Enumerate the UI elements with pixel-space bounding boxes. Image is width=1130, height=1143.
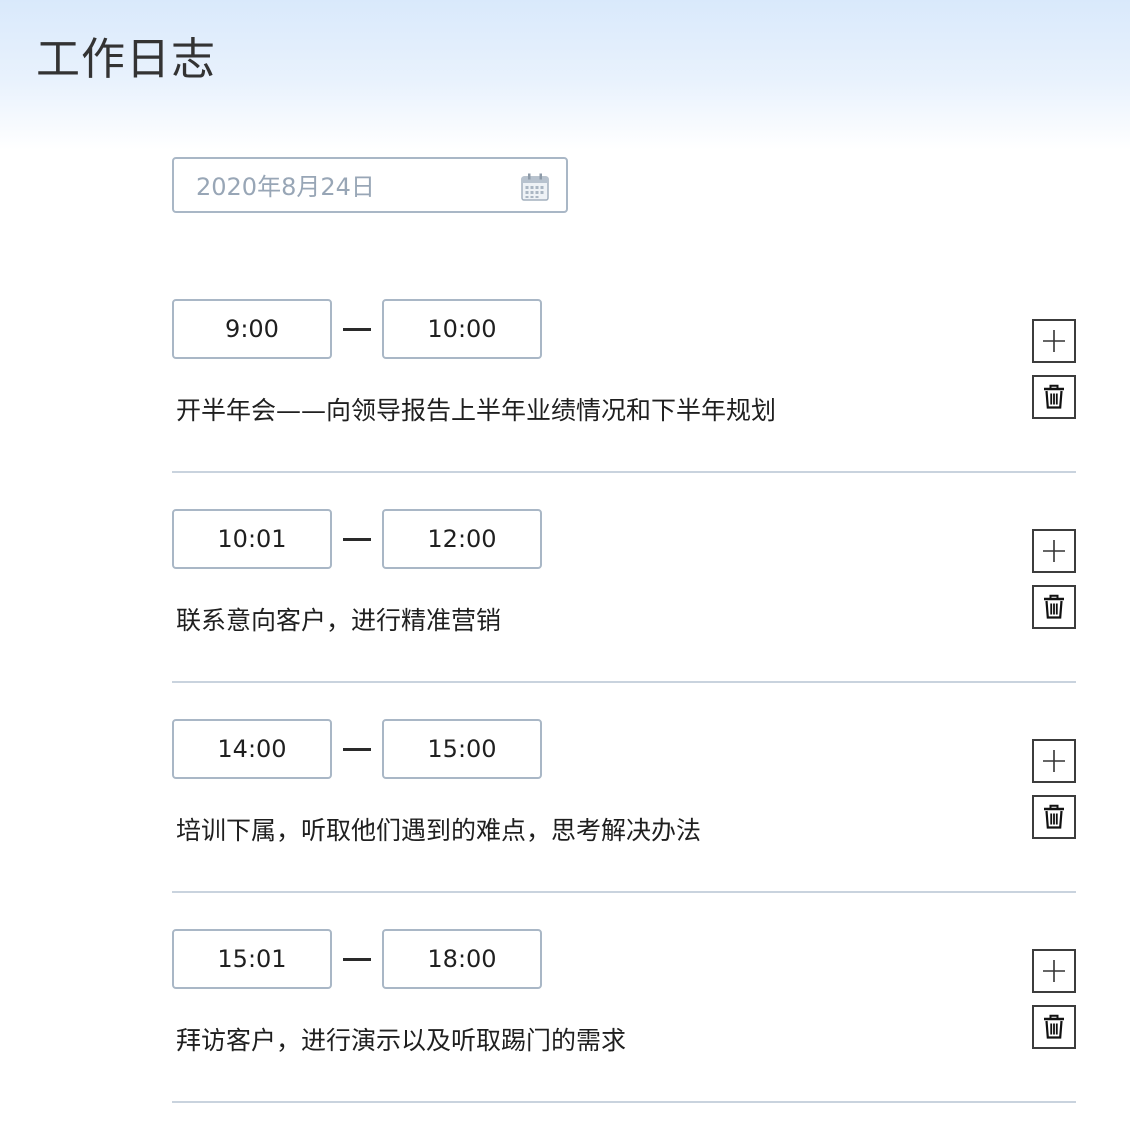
plus-icon — [1043, 960, 1065, 982]
trash-icon — [1044, 1014, 1064, 1039]
delete-entry-button[interactable] — [1032, 1005, 1076, 1049]
start-time-field[interactable]: 14:00 — [172, 719, 332, 779]
time-range-dash — [343, 538, 371, 541]
entry-description[interactable]: 培训下属，听取他们遇到的难点，思考解决办法 — [176, 813, 701, 849]
entry-description[interactable]: 拜访客户，进行演示以及听取踢门的需求 — [176, 1023, 626, 1059]
delete-entry-button[interactable] — [1032, 585, 1076, 629]
log-entry: 10:01 12:00 联系意向客户，进行精准营销 — [172, 509, 1076, 719]
time-range-dash — [343, 958, 371, 961]
entry-description[interactable]: 联系意向客户，进行精准营销 — [176, 603, 501, 639]
end-time-field[interactable]: 18:00 — [382, 929, 542, 989]
add-entry-button[interactable] — [1032, 949, 1076, 993]
add-entry-button[interactable] — [1032, 319, 1076, 363]
date-picker-field[interactable]: 2020年8月24日 — [172, 157, 568, 213]
entry-divider — [172, 891, 1076, 893]
add-entry-button[interactable] — [1032, 739, 1076, 783]
entry-description[interactable]: 开半年会——向领导报告上半年业绩情况和下半年规划 — [176, 393, 776, 429]
time-range-dash — [343, 748, 371, 751]
entry-divider — [172, 471, 1076, 473]
end-time-field[interactable]: 15:00 — [382, 719, 542, 779]
end-time-field[interactable]: 10:00 — [382, 299, 542, 359]
calendar-icon[interactable] — [520, 172, 550, 202]
start-time-field[interactable]: 10:01 — [172, 509, 332, 569]
add-entry-button[interactable] — [1032, 529, 1076, 573]
delete-entry-button[interactable] — [1032, 375, 1076, 419]
time-range-dash — [343, 328, 371, 331]
start-time-field[interactable]: 15:01 — [172, 929, 332, 989]
log-entry: 14:00 15:00 培训下属，听取他们遇到的难点，思考解决办法 — [172, 719, 1076, 929]
entry-divider — [172, 1101, 1076, 1103]
plus-icon — [1043, 330, 1065, 352]
plus-icon — [1043, 540, 1065, 562]
delete-entry-button[interactable] — [1032, 795, 1076, 839]
trash-icon — [1044, 594, 1064, 619]
date-value: 2020年8月24日 — [196, 173, 375, 201]
log-entry: 15:01 18:00 拜访客户，进行演示以及听取踢门的需求 — [172, 929, 1076, 1139]
entry-divider — [172, 681, 1076, 683]
end-time-field[interactable]: 12:00 — [382, 509, 542, 569]
log-entry: 9:00 10:00 开半年会——向领导报告上半年业绩情况和下半年规划 — [172, 299, 1076, 509]
page-title: 工作日志 — [36, 34, 216, 85]
trash-icon — [1044, 384, 1064, 409]
plus-icon — [1043, 750, 1065, 772]
start-time-field[interactable]: 9:00 — [172, 299, 332, 359]
trash-icon — [1044, 804, 1064, 829]
